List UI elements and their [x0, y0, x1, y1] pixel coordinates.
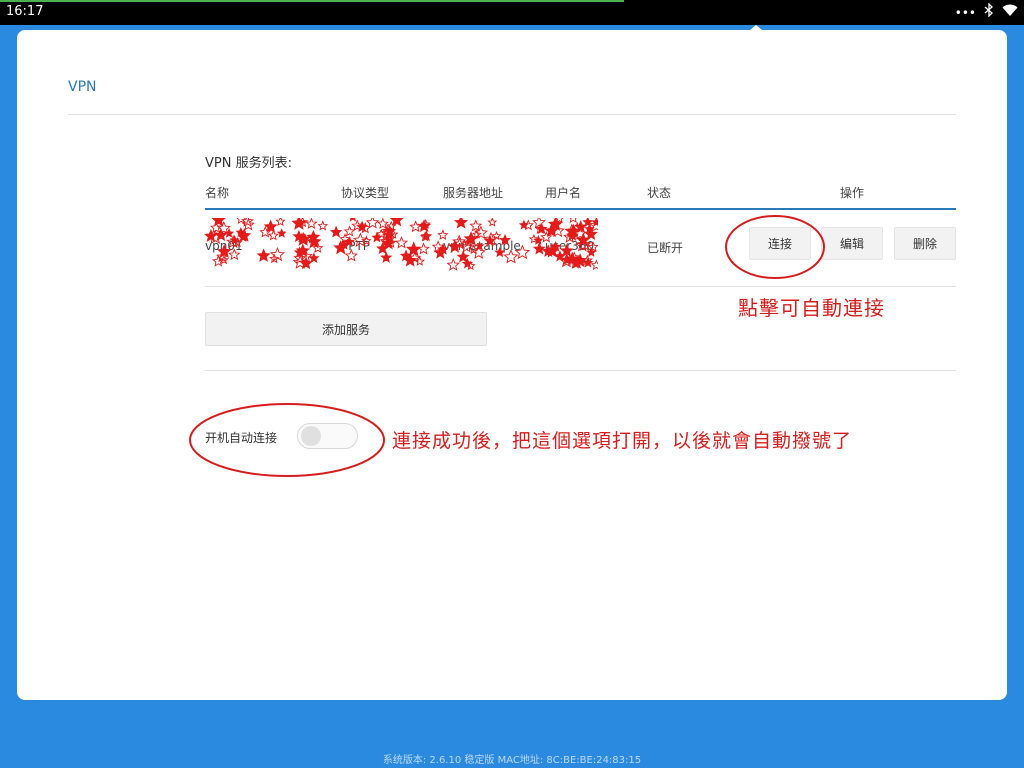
vpn-list-title: VPN 服务列表: — [205, 156, 292, 171]
vpn-settings-card: VPN VPN 服务列表: 名称 协议类型 服务器地址 用户名 状态 操作 vp… — [17, 30, 1007, 700]
column-header-protocol: 协议类型 — [341, 186, 390, 200]
auto-connect-label: 开机自动连接 — [205, 431, 278, 445]
annotation-enable-tip: 連接成功後，把這個選項打開，以後就會自動撥號了 — [392, 430, 853, 452]
table-header: 名称 协议类型 服务器地址 用户名 状态 操作 — [205, 184, 956, 208]
more-icon: ••• — [954, 5, 976, 20]
footer-system-info: 系统版本: 2.6.10 稳定版 MAC地址: 8C:BE:BE:24:83:1… — [382, 755, 642, 766]
loading-progress-bar — [0, 0, 624, 2]
vpn-status: 已断开 — [647, 241, 684, 255]
clock: 16:17 — [6, 4, 44, 19]
edit-button[interactable]: 编辑 — [821, 227, 883, 260]
bluetooth-icon — [984, 2, 994, 22]
column-header-name: 名称 — [205, 186, 230, 200]
add-service-button[interactable]: 添加服务 — [205, 312, 487, 346]
connect-button[interactable]: 连接 — [749, 227, 811, 260]
status-bar: 16:17 ••• — [0, 0, 1024, 25]
auto-connect-toggle[interactable] — [297, 423, 358, 449]
divider — [205, 370, 956, 371]
toggle-knob — [301, 426, 321, 446]
annotation-click-connect: 點擊可自動連接 — [738, 296, 885, 320]
page-title: VPN — [68, 79, 97, 95]
divider — [68, 114, 956, 115]
redaction-scribble — [203, 218, 598, 271]
column-header-status: 状态 — [647, 186, 672, 200]
delete-button[interactable]: 删除 — [894, 227, 956, 260]
column-header-actions: 操作 — [840, 186, 865, 200]
wifi-icon — [1002, 4, 1018, 22]
column-header-username: 用户名 — [545, 186, 582, 200]
column-header-server: 服务器地址 — [443, 186, 504, 200]
table-row: vpn01 PPTP vpn.example user360 已断开 连接 编辑… — [203, 210, 956, 287]
status-icons: ••• — [954, 2, 1018, 22]
